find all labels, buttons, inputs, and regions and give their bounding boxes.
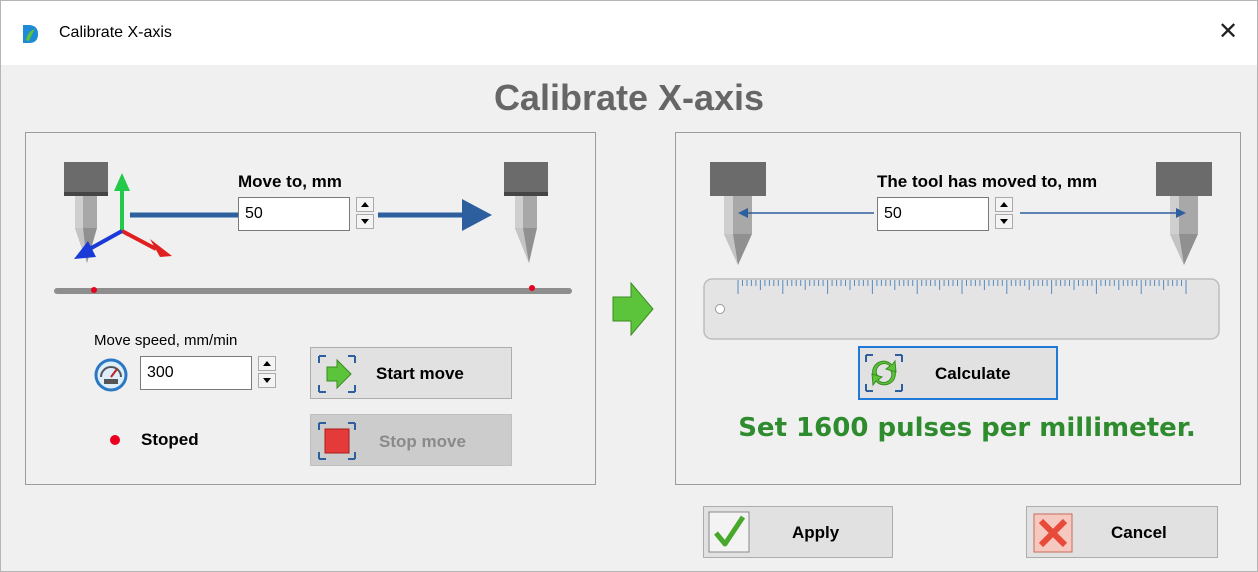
page-title: Calibrate X-axis [493,77,765,118]
window-title: Calibrate X-axis [59,24,172,41]
stop-move-button[interactable]: Stop move [310,414,512,466]
checkmark-icon [708,511,750,553]
calculate-button[interactable]: Calculate [858,346,1058,400]
calculate-refresh-icon [865,354,903,392]
next-step-arrow-icon [612,281,654,337]
moved-label: The tool has moved to, mm [877,172,1098,191]
status-text: Stoped [141,430,199,449]
move-panel: Move to, mm Move speed, mm/min Start mov… [25,132,596,485]
move-to-label: Move to, mm [238,172,342,191]
stop-move-label: Stop move [379,432,466,451]
speed-label: Move speed, mm/min [94,332,238,349]
result-message: Set 1600 pulses per millimeter. [738,413,1196,443]
start-point [91,287,97,293]
move-to-spinner[interactable] [356,197,376,231]
calibrate-dialog: Calibrate X-axis ✕ Calibrate X-axis Move… [0,0,1258,572]
moved-input[interactable] [877,197,989,231]
cancel-label: Cancel [1111,523,1167,542]
move-arrow-head [462,199,492,231]
play-arrow-icon [318,355,356,393]
app-logo-icon [23,25,38,43]
move-to-down-button[interactable] [356,214,374,229]
moved-down-button[interactable] [995,214,1013,229]
measure-illustration [703,162,1220,340]
end-point [529,285,535,291]
cancel-x-icon [1033,513,1073,553]
cancel-button[interactable]: Cancel [1026,506,1218,558]
apply-label: Apply [792,523,840,542]
tool-end-icon [504,162,548,263]
move-to-input[interactable] [238,197,350,231]
stop-square-icon [318,422,356,460]
title-bar: Calibrate X-axis ✕ [1,1,1257,65]
rail [54,288,572,294]
speed-input[interactable] [140,356,252,390]
ruler-icon [703,278,1220,340]
speed-spinner[interactable] [258,356,278,390]
move-to-up-button[interactable] [356,197,374,212]
moved-spinner[interactable] [995,197,1015,231]
status-indicator-icon [110,435,120,445]
start-move-label: Start move [376,364,464,383]
calculate-label: Calculate [935,364,1011,383]
speed-down-button[interactable] [258,373,276,388]
start-move-button[interactable]: Start move [310,347,512,399]
speedometer-icon [94,358,128,392]
close-button[interactable]: ✕ [1213,17,1243,47]
apply-button[interactable]: Apply [703,506,893,558]
moved-up-button[interactable] [995,197,1013,212]
speed-up-button[interactable] [258,356,276,371]
